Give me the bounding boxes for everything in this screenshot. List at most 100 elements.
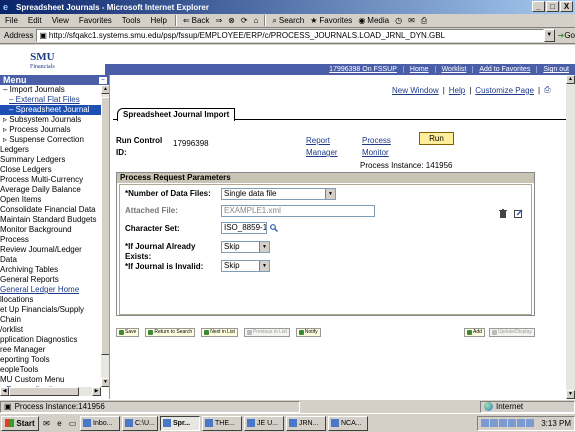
menu-item[interactable]: MU Custom Menu: [0, 375, 109, 385]
taskbar-button[interactable]: Spr...: [160, 415, 200, 431]
help-link[interactable]: Help: [449, 86, 465, 95]
taskbar-button[interactable]: C:\U...: [122, 415, 158, 431]
add-button[interactable]: Add: [464, 328, 485, 337]
menu-item[interactable]: Ledgers: [0, 145, 109, 155]
menu-item[interactable]: Process: [0, 235, 109, 245]
forward-button[interactable]: ⇒: [212, 16, 225, 25]
history-button[interactable]: ◷: [392, 16, 405, 25]
clock[interactable]: 3:13 PM: [541, 419, 571, 428]
menu-item[interactable]: General Reports: [0, 275, 109, 285]
menu-edit[interactable]: Edit: [23, 16, 47, 25]
menu-item[interactable]: Data: [0, 255, 109, 265]
page-vscrollbar[interactable]: ▲ ▼: [566, 75, 575, 399]
maximize-button[interactable]: □: [546, 1, 559, 12]
new-window-link[interactable]: New Window: [392, 86, 439, 95]
menu-item[interactable]: Monitor Background: [0, 225, 109, 235]
address-input[interactable]: ▣ http://sfqakc1.systems.smu.edu/psp/fss…: [36, 29, 544, 42]
save-button[interactable]: Save: [116, 328, 140, 337]
go-button[interactable]: ➔Go: [558, 31, 575, 40]
report-manager-link[interactable]: Report Manager: [306, 135, 338, 159]
num-files-select[interactable]: Single data file ▼: [221, 188, 336, 200]
tray-icon[interactable]: [481, 419, 490, 427]
menu-item[interactable]: Process Multi-Currency: [0, 175, 109, 185]
quicklaunch-outlook-icon[interactable]: ✉: [41, 418, 52, 429]
menu-file[interactable]: File: [0, 16, 23, 25]
media-button[interactable]: ◉ Media: [355, 16, 392, 25]
invalid-select[interactable]: Skip ▼: [221, 260, 270, 272]
start-button[interactable]: Start: [1, 415, 39, 431]
user-session-link[interactable]: 17996398 On FSSUP: [323, 66, 403, 73]
lookup-icon[interactable]: [270, 224, 278, 232]
favorites-button[interactable]: ★ Favorites: [307, 16, 355, 25]
menu-item[interactable]: – Spreadsheet Journal: [0, 105, 109, 115]
print-page-icon[interactable]: ⎙: [544, 85, 550, 95]
scroll-down-icon[interactable]: ▼: [566, 390, 575, 399]
scroll-down-icon[interactable]: ▼: [101, 378, 109, 387]
address-dropdown-button[interactable]: ▼: [543, 29, 555, 42]
tray-icon[interactable]: [490, 419, 499, 427]
add-to-favorites-link[interactable]: Add to Favorites: [472, 66, 536, 73]
menu-item[interactable]: Close Ledgers: [0, 165, 109, 175]
scroll-up-icon[interactable]: ▲: [101, 85, 109, 94]
mail-button[interactable]: ✉: [405, 16, 418, 25]
charset-input[interactable]: ISO_8859-1: [221, 222, 267, 234]
print-button[interactable]: ⎙: [418, 16, 430, 26]
menu-item[interactable]: eopleTools: [0, 365, 109, 375]
quicklaunch-desktop-icon[interactable]: ▭: [67, 418, 78, 429]
menu-favorites[interactable]: Favorites: [74, 16, 117, 25]
left-menu-hscrollbar[interactable]: ◀ ▶: [0, 387, 101, 396]
menu-item[interactable]: – Import Journals: [0, 85, 109, 95]
scroll-thumb[interactable]: [101, 97, 109, 355]
taskbar-button[interactable]: JRN...: [286, 415, 326, 431]
menu-item[interactable]: General Ledger Home: [0, 285, 109, 295]
run-button[interactable]: Run: [419, 132, 454, 145]
left-menu-vscrollbar[interactable]: ▲ ▼: [101, 85, 109, 387]
menu-item[interactable]: pplication Diagnostics: [0, 335, 109, 345]
scroll-right-icon[interactable]: ▶: [92, 387, 101, 396]
tray-icon[interactable]: [499, 419, 508, 427]
notify-button[interactable]: Notify: [295, 328, 321, 337]
menu-item[interactable]: ▹ Suspense Correction: [0, 135, 109, 145]
menu-item[interactable]: Consolidate Financial Data: [0, 205, 109, 215]
refresh-button[interactable]: ⟳: [238, 16, 251, 25]
menu-collapse-icon[interactable]: –: [99, 76, 107, 84]
taskbar-button[interactable]: JE U...: [244, 415, 284, 431]
menu-item[interactable]: – External Flat Files: [0, 95, 109, 105]
menu-item[interactable]: Open Items: [0, 195, 109, 205]
menu-item[interactable]: Maintain Standard Budgets: [0, 215, 109, 225]
taskbar-button[interactable]: NCA...: [328, 415, 368, 431]
search-button[interactable]: ⌕ Search: [269, 16, 307, 26]
menu-help[interactable]: Help: [145, 16, 171, 25]
taskbar-button[interactable]: THE...: [202, 415, 242, 431]
return-to-search-button[interactable]: Return to Search: [145, 328, 196, 337]
hscroll-thumb[interactable]: [9, 387, 79, 396]
menu-item[interactable]: et Up Financials/Supply: [0, 305, 109, 315]
menu-item[interactable]: ree Manager: [0, 345, 109, 355]
already-exists-select[interactable]: Skip ▼: [221, 241, 270, 253]
minimize-button[interactable]: _: [532, 1, 545, 12]
process-monitor-link[interactable]: Process Monitor: [362, 135, 391, 159]
tray-icon[interactable]: [508, 419, 517, 427]
menu-item[interactable]: Average Daily Balance: [0, 185, 109, 195]
worklist-link[interactable]: Worklist: [434, 66, 473, 73]
next-in-list-button[interactable]: Next in List: [201, 328, 238, 337]
menu-item[interactable]: Chain: [0, 315, 109, 325]
tray-icon[interactable]: [526, 419, 535, 427]
menu-item[interactable]: eporting Tools: [0, 355, 109, 365]
delete-icon[interactable]: [499, 209, 507, 218]
home-button[interactable]: ⌂: [251, 16, 262, 25]
menu-item[interactable]: /orklist: [0, 325, 109, 335]
menu-item[interactable]: llocations: [0, 295, 109, 305]
scroll-left-icon[interactable]: ◀: [0, 387, 9, 396]
customize-page-link[interactable]: Customize Page: [475, 86, 534, 95]
menu-item[interactable]: Summary Ledgers: [0, 155, 109, 165]
stop-button[interactable]: ⊗: [225, 16, 238, 25]
menu-item[interactable]: ▹ Subsystem Journals: [0, 115, 109, 125]
window-title-bar[interactable]: e Spreadsheet Journals - Microsoft Inter…: [0, 0, 575, 14]
scroll-up-icon[interactable]: ▲: [566, 75, 575, 84]
quicklaunch-ie-icon[interactable]: e: [54, 418, 65, 429]
tab-spreadsheet-journal-import[interactable]: Spreadsheet Journal Import: [117, 108, 236, 121]
menu-view[interactable]: View: [47, 16, 74, 25]
menu-tools[interactable]: Tools: [117, 16, 146, 25]
menu-item[interactable]: ▹ Process Journals: [0, 125, 109, 135]
